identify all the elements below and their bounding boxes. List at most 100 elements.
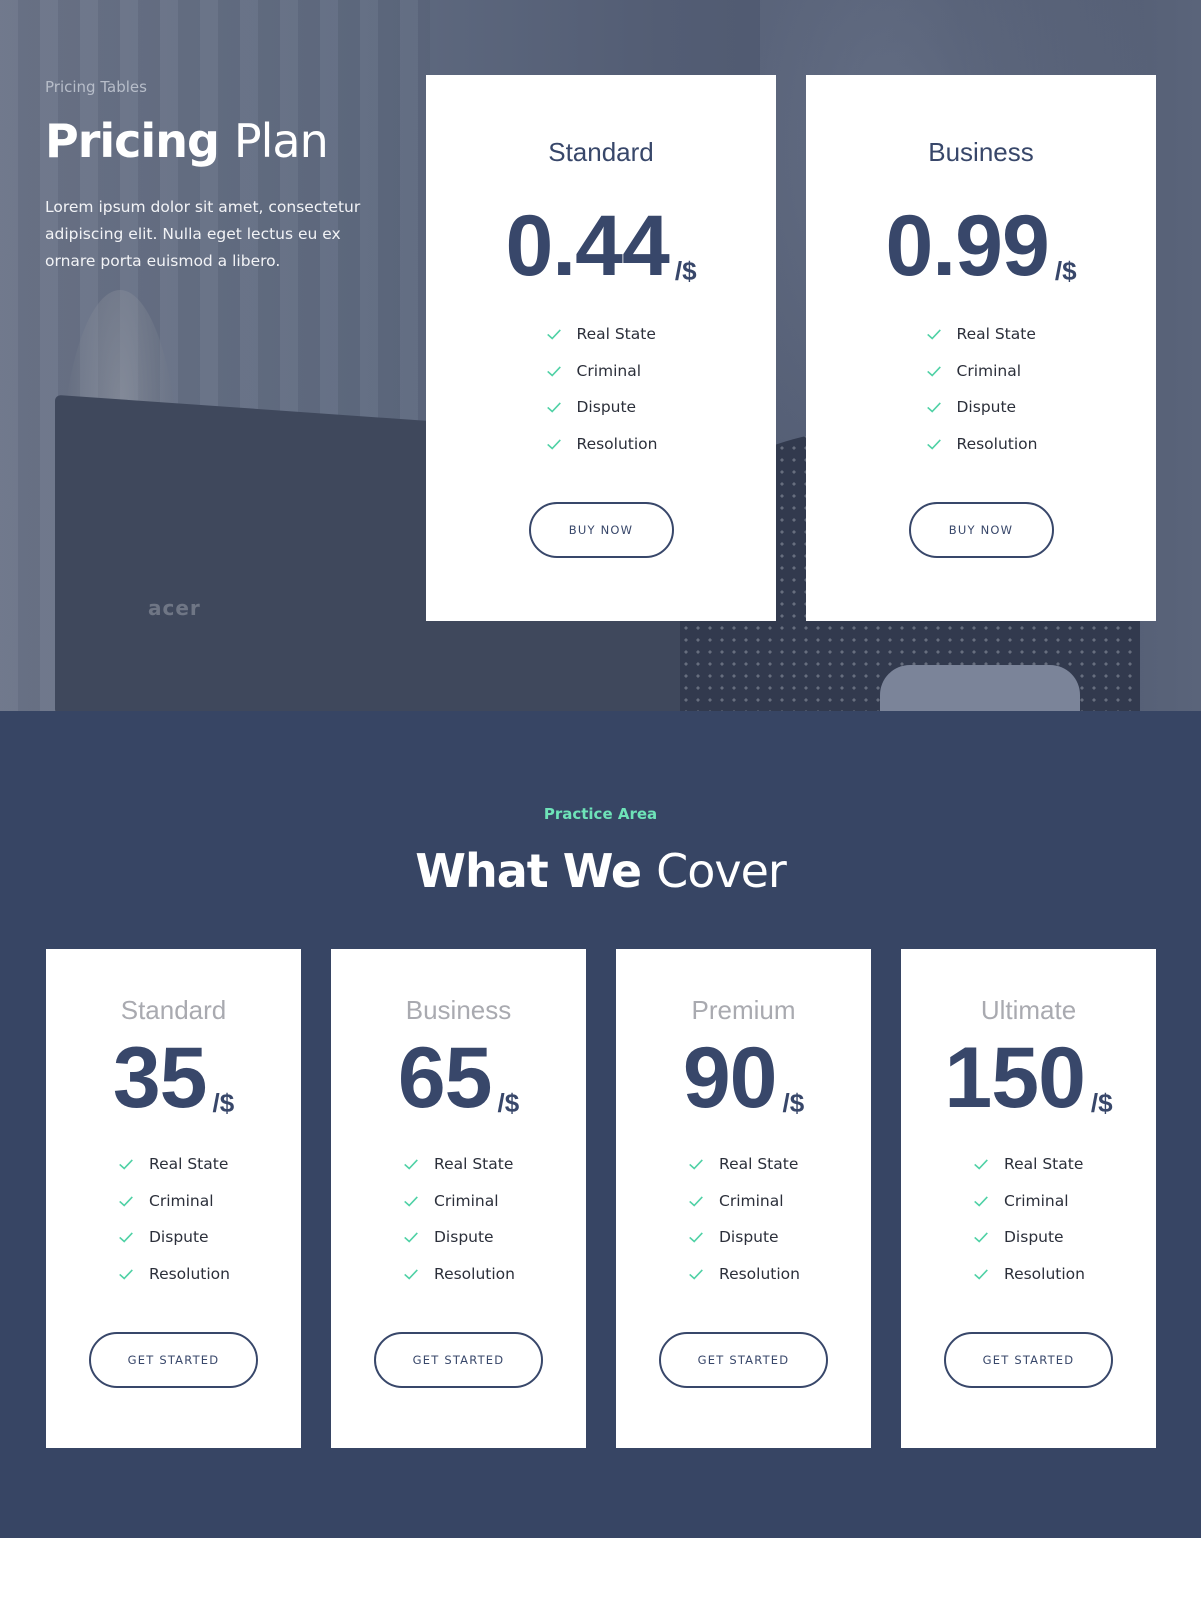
title-bold: What We bbox=[415, 844, 642, 898]
price-unit: /$ bbox=[1090, 1088, 1113, 1118]
check-icon bbox=[974, 1159, 988, 1170]
check-icon bbox=[974, 1232, 988, 1243]
check-icon bbox=[404, 1232, 418, 1243]
check-icon bbox=[689, 1159, 703, 1170]
feature-label: Dispute bbox=[576, 398, 637, 417]
price-row: 0.99 /$ bbox=[806, 198, 1156, 294]
price-unit: /$ bbox=[497, 1088, 520, 1118]
feature-label: Criminal bbox=[576, 361, 642, 380]
list-item: Resolution bbox=[972, 1256, 1085, 1293]
get-started-button[interactable]: GET STARTED bbox=[374, 1332, 543, 1388]
price-row: 65 /$ bbox=[331, 1030, 586, 1126]
feature-list: Real State Criminal Dispute Resolution bbox=[545, 316, 658, 462]
feature-label: Criminal bbox=[719, 1191, 784, 1210]
list-item: Dispute bbox=[117, 1219, 230, 1256]
plan-price: 0.99 bbox=[885, 198, 1049, 294]
plan-name: Business bbox=[928, 137, 1034, 167]
background-statue bbox=[60, 290, 180, 690]
background-cup bbox=[880, 665, 1080, 711]
list-item: Real State bbox=[687, 1146, 800, 1183]
feature-list: Real State Criminal Dispute Resolution bbox=[925, 316, 1038, 462]
plan-name: Premium bbox=[691, 995, 796, 1025]
list-item: Dispute bbox=[972, 1219, 1085, 1256]
feature-label: Resolution bbox=[434, 1264, 515, 1283]
laptop-logo: acer bbox=[148, 596, 201, 620]
feature-label: Resolution bbox=[956, 434, 1038, 453]
feature-label: Real State bbox=[1004, 1155, 1084, 1174]
plan-name: Standard bbox=[548, 137, 654, 167]
price-unit: /$ bbox=[212, 1088, 235, 1118]
buy-now-button[interactable]: BUY NOW bbox=[908, 502, 1054, 558]
price-row: 90 /$ bbox=[616, 1035, 871, 1121]
price-row: 0.44 /$ bbox=[426, 198, 776, 294]
list-item: Criminal bbox=[545, 353, 658, 390]
plan-card-standard: Standard 35 /$ Real State Criminal Dispu… bbox=[46, 949, 301, 1448]
buy-now-button[interactable]: BUY NOW bbox=[528, 502, 674, 558]
price-unit: /$ bbox=[782, 1088, 805, 1118]
list-item: Criminal bbox=[117, 1183, 230, 1220]
plan-card-business: Business 65 /$ Real State Criminal Dispu… bbox=[331, 949, 586, 1448]
feature-label: Resolution bbox=[719, 1264, 800, 1283]
check-icon bbox=[926, 402, 941, 413]
check-icon bbox=[119, 1196, 133, 1207]
price-row: 35 /$ bbox=[46, 1030, 301, 1126]
feature-label: Real State bbox=[576, 325, 656, 344]
page-title: Pricing Plan bbox=[45, 114, 395, 168]
plan-price: 65 bbox=[397, 1030, 493, 1126]
list-item: Real State bbox=[545, 316, 658, 353]
check-icon bbox=[546, 439, 561, 450]
feature-label: Resolution bbox=[1004, 1264, 1085, 1283]
section-eyebrow: Pricing Tables bbox=[45, 78, 147, 96]
practice-area-section: Practice Area What We Cover Standard 35 … bbox=[0, 711, 1201, 1538]
feature-label: Dispute bbox=[719, 1228, 779, 1247]
feature-label: Dispute bbox=[1004, 1228, 1064, 1247]
feature-label: Dispute bbox=[149, 1228, 209, 1247]
feature-list: Real State Criminal Dispute Resolution bbox=[117, 1146, 230, 1292]
plan-name: Standard bbox=[120, 995, 227, 1025]
get-started-button[interactable]: GET STARTED bbox=[89, 1332, 258, 1388]
list-item: Real State bbox=[117, 1146, 230, 1183]
feature-list: Real State Criminal Dispute Resolution bbox=[402, 1146, 515, 1292]
plan-name: Ultimate bbox=[980, 995, 1077, 1025]
list-item: Real State bbox=[402, 1146, 515, 1183]
feature-label: Dispute bbox=[956, 398, 1017, 417]
list-item: Dispute bbox=[687, 1219, 800, 1256]
feature-label: Criminal bbox=[956, 361, 1022, 380]
list-item: Dispute bbox=[402, 1219, 515, 1256]
list-item: Resolution bbox=[402, 1256, 515, 1293]
check-icon bbox=[119, 1159, 133, 1170]
check-icon bbox=[546, 366, 561, 377]
list-item: Criminal bbox=[402, 1183, 515, 1220]
list-item: Resolution bbox=[117, 1256, 230, 1293]
check-icon bbox=[546, 329, 561, 340]
price-unit: /$ bbox=[1054, 256, 1077, 286]
pricing-card-standard: Standard 0.44 /$ Real State Criminal Dis… bbox=[426, 75, 776, 621]
pricing-hero: acer Pricing Tables Pricing Plan Lorem i… bbox=[0, 0, 1201, 711]
pricing-card-business: Business 0.99 /$ Real State Criminal Dis… bbox=[806, 75, 1156, 621]
price-row: 150 /$ bbox=[901, 1030, 1156, 1126]
plan-price: 150 bbox=[944, 1030, 1085, 1126]
feature-list: Real State Criminal Dispute Resolution bbox=[972, 1146, 1085, 1292]
check-icon bbox=[119, 1232, 133, 1243]
plan-name: Business bbox=[405, 995, 512, 1025]
plan-price: 0.44 bbox=[505, 198, 669, 294]
feature-label: Resolution bbox=[576, 434, 658, 453]
plan-card-ultimate: Ultimate 150 /$ Real State Criminal Disp… bbox=[901, 949, 1156, 1448]
check-icon bbox=[404, 1196, 418, 1207]
hero-description: Lorem ipsum dolor sit amet, consectetur … bbox=[45, 198, 361, 270]
get-started-button[interactable]: GET STARTED bbox=[944, 1332, 1113, 1388]
feature-label: Real State bbox=[149, 1155, 229, 1174]
title-bold: Pricing bbox=[45, 114, 220, 168]
check-icon bbox=[926, 439, 941, 450]
feature-label: Real State bbox=[434, 1155, 514, 1174]
list-item: Resolution bbox=[925, 426, 1038, 463]
check-icon bbox=[689, 1269, 703, 1280]
list-item: Criminal bbox=[925, 353, 1038, 390]
feature-label: Real State bbox=[719, 1155, 799, 1174]
list-item: Real State bbox=[972, 1146, 1085, 1183]
list-item: Criminal bbox=[687, 1183, 800, 1220]
plan-card-premium: Premium 90 /$ Real State Criminal Disput… bbox=[616, 949, 871, 1448]
get-started-button[interactable]: GET STARTED bbox=[659, 1332, 828, 1388]
plan-price: 35 bbox=[112, 1030, 208, 1126]
feature-label: Resolution bbox=[149, 1264, 230, 1283]
